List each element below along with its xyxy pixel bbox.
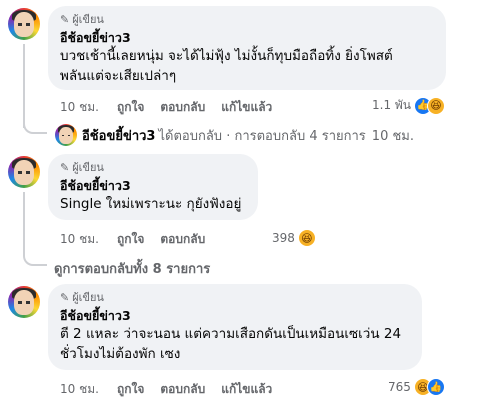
comment-1-avatar[interactable] — [8, 8, 40, 40]
reply-summary-time: 10 ชม. — [371, 128, 414, 144]
like-button[interactable]: ถูกใจ — [117, 380, 144, 399]
comment-text: ตี 2 แหละ ว่าจะนอน แต่ความเสือกดันเป็นเห… — [60, 326, 402, 362]
reply-summary-author: อีช้อขยี้ข่าว3 — [82, 128, 156, 144]
comment-3-bubble: ✎ ผู้เขียน อีช้อขยี้ข่าว3 ตี 2 แหละ ว่าจ… — [48, 284, 422, 370]
haha-icon: 😆 — [427, 96, 446, 115]
comment-2-bubble: ✎ ผู้เขียน อีช้อขยี้ข่าว3 Single ใหม่เพร… — [48, 154, 258, 220]
author-badge: ✎ ผู้เขียน — [60, 290, 410, 304]
comment-author[interactable]: อีช้อขยี้ข่าว3 — [60, 308, 410, 324]
thread-line — [23, 192, 25, 246]
reply-button[interactable]: ตอบกลับ — [160, 380, 205, 399]
reaction-count: 1.1 พัน — [372, 98, 412, 112]
like-button[interactable]: ถูกใจ — [117, 98, 144, 117]
comment-1-reactions[interactable]: 1.1 พัน 👍 😆 — [372, 96, 446, 115]
author-badge: ✎ ผู้เขียน — [60, 160, 246, 174]
like-icon: 👍 — [426, 378, 445, 396]
reply-button[interactable]: ตอบกลับ — [160, 230, 205, 249]
haha-icon: 😆 — [297, 229, 316, 247]
comment-3-reactions[interactable]: 765 😆 👍 — [388, 378, 445, 396]
reply-avatar — [55, 124, 77, 146]
pencil-icon: ✎ — [60, 12, 70, 26]
comment-1-actions: 10 ชม. ถูกใจ ตอบกลับ แก้ไขแล้ว — [60, 98, 288, 117]
avatar-eyes — [17, 171, 31, 174]
comment-text: บวชเช้านี้เลยหนุ่ม จะได้ไม่ฟุ้ง ไม่งั้นก… — [60, 48, 393, 84]
avatar-eyes — [61, 134, 71, 137]
author-badge-label: ผู้เขียน — [72, 161, 104, 174]
view-all-replies-link[interactable]: ดูการตอบกลับทั้ง 8 รายการ — [54, 258, 210, 279]
replies-summary[interactable]: อีช้อขยี้ข่าว3 ได้ตอบกลับ · การตอบกลับ 4… — [55, 124, 414, 146]
reaction-count: 765 — [388, 380, 411, 394]
comment-author[interactable]: อีช้อขยี้ข่าว3 — [60, 30, 434, 46]
comment-time[interactable]: 10 ชม. — [60, 98, 99, 117]
comment-time[interactable]: 10 ชม. — [60, 380, 99, 399]
reaction-count: 398 — [272, 231, 295, 245]
avatar-eyes — [17, 23, 31, 26]
like-button[interactable]: ถูกใจ — [117, 230, 144, 249]
thread-connector — [23, 114, 47, 134]
comment-1-bubble: ✎ ผู้เขียน อีช้อขยี้ข่าว3 บวชเช้านี้เลยห… — [48, 6, 446, 90]
edited-label[interactable]: แก้ไขแล้ว — [221, 380, 272, 399]
reply-button[interactable]: ตอบกลับ — [160, 98, 205, 117]
comment-2-actions: 10 ชม. ถูกใจ ตอบกลับ — [60, 230, 221, 249]
edited-label[interactable]: แก้ไขแล้ว — [221, 98, 272, 117]
comment-2-reactions[interactable]: 398 😆 — [272, 229, 316, 247]
author-badge-label: ผู้เขียน — [72, 291, 104, 304]
reply-summary-text: ได้ตอบกลับ · การตอบกลับ 4 รายการ — [158, 128, 366, 144]
comment-author[interactable]: อีช้อขยี้ข่าว3 — [60, 178, 246, 194]
pencil-icon: ✎ — [60, 160, 70, 174]
comment-text: Single ใหม่เพราะนะ กุยังฟังอยู่ — [60, 196, 242, 212]
author-badge-label: ผู้เขียน — [72, 13, 104, 26]
author-badge: ✎ ผู้เขียน — [60, 12, 434, 26]
pencil-icon: ✎ — [60, 290, 70, 304]
thread-connector — [23, 240, 47, 266]
comment-time[interactable]: 10 ชม. — [60, 230, 99, 249]
avatar-eyes — [17, 301, 31, 304]
comment-3-actions: 10 ชม. ถูกใจ ตอบกลับ แก้ไขแล้ว — [60, 380, 288, 399]
comment-3-avatar[interactable] — [8, 286, 40, 318]
comment-2-avatar[interactable] — [8, 156, 40, 188]
